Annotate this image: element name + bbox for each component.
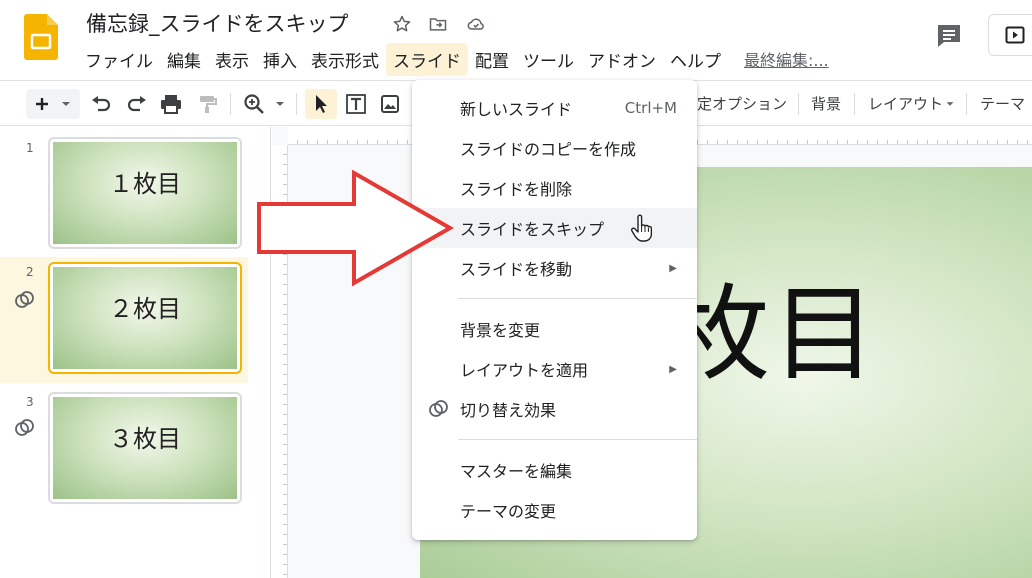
- menu-item-new-slide[interactable]: 新しいスライド Ctrl+M: [412, 88, 697, 128]
- menu-format[interactable]: 表示形式: [304, 43, 386, 76]
- menu-item-duplicate-slide[interactable]: スライドのコピーを作成: [412, 128, 697, 168]
- transition-icon: [429, 400, 448, 417]
- menu-item-label: 背景を変更: [460, 321, 541, 340]
- menu-insert[interactable]: 挿入: [256, 43, 304, 76]
- menu-divider: [458, 439, 697, 440]
- insert-image-icon[interactable]: [376, 89, 404, 119]
- menu-item-change-background[interactable]: 背景を変更: [412, 309, 697, 349]
- select-tool-button[interactable]: [305, 89, 337, 119]
- menu-divider: [458, 298, 697, 299]
- slides-logo-icon[interactable]: [24, 14, 58, 60]
- chevron-down-icon: [276, 102, 284, 106]
- slide-menu-dropdown: 新しいスライド Ctrl+M スライドのコピーを作成 スライドを削除 スライドを…: [412, 80, 697, 540]
- filmstrip-slide-1[interactable]: 1 １枚目: [0, 131, 248, 257]
- menu-item-label: 新しいスライド: [460, 100, 573, 119]
- new-slide-button[interactable]: [26, 89, 80, 119]
- hand-pointer-icon: [631, 214, 652, 242]
- present-button[interactable]: [988, 14, 1032, 56]
- menu-item-label: スライドを削除: [460, 180, 573, 199]
- menu-help[interactable]: ヘルプ: [663, 43, 728, 76]
- comment-history-icon[interactable]: [933, 20, 965, 52]
- menu-item-label: 切り替え効果: [460, 401, 557, 420]
- menu-addons[interactable]: アドオン: [581, 43, 663, 76]
- menu-file[interactable]: ファイル: [78, 43, 160, 76]
- slide-thumbnail[interactable]: １枚目: [48, 137, 242, 249]
- document-title[interactable]: 備忘録_スライドをスキップ: [86, 8, 349, 38]
- transition-icon[interactable]: [14, 291, 36, 309]
- thumbnail-title: ２枚目: [109, 295, 181, 323]
- chevron-down-icon: [946, 102, 954, 106]
- slide-number: 1: [26, 141, 34, 155]
- redo-icon[interactable]: [124, 89, 150, 119]
- star-icon[interactable]: [390, 12, 414, 36]
- menu-view[interactable]: 表示: [208, 43, 256, 76]
- print-icon[interactable]: [158, 89, 184, 119]
- filmstrip-slide-2[interactable]: 2 ２枚目: [0, 257, 248, 383]
- menu-item-label: レイアウトを適用: [460, 361, 589, 380]
- red-arrow-annotation-icon: [257, 170, 455, 287]
- cursor-arrow-icon: [316, 95, 327, 113]
- undo-icon[interactable]: [88, 89, 114, 119]
- menu-item-edit-master[interactable]: マスターを編集: [412, 450, 697, 490]
- zoom-button[interactable]: [240, 89, 290, 119]
- text-box-icon[interactable]: [342, 89, 370, 119]
- shortcut-label: Ctrl+M: [624, 99, 677, 117]
- menu-edit[interactable]: 編集: [160, 43, 208, 76]
- transition-icon[interactable]: [14, 419, 36, 437]
- background-button[interactable]: 背景: [811, 93, 841, 114]
- cloud-saved-icon[interactable]: [464, 12, 488, 36]
- filmstrip-panel: 1 １枚目 2 ２枚目 3 ３枚目: [0, 127, 271, 578]
- last-edit-link[interactable]: 最終編集:...: [744, 47, 829, 71]
- thumbnail-title: ３枚目: [109, 425, 181, 453]
- menu-item-label: スライドのコピーを作成: [460, 140, 637, 159]
- menu-item-transition[interactable]: 切り替え効果: [412, 389, 697, 429]
- plus-icon: [36, 98, 48, 110]
- menu-arrange[interactable]: 配置: [468, 43, 516, 76]
- menu-item-label: テーマの変更: [460, 502, 557, 521]
- transition-options-button[interactable]: 定オプション: [697, 93, 787, 114]
- submenu-arrow-icon: ▶: [669, 363, 677, 375]
- menu-bar: ファイル 編集 表示 挿入 表示形式 スライド 配置 ツール アドオン ヘルプ …: [78, 42, 829, 76]
- slide-thumbnail[interactable]: ３枚目: [48, 392, 242, 504]
- move-to-folder-icon[interactable]: [426, 12, 450, 36]
- menu-item-label: マスターを編集: [460, 462, 573, 481]
- theme-button[interactable]: テーマ: [980, 93, 1025, 114]
- menu-item-apply-layout[interactable]: レイアウトを適用 ▶: [412, 349, 697, 389]
- thumbnail-title: １枚目: [109, 170, 181, 198]
- menu-slide[interactable]: スライド: [386, 42, 468, 76]
- slide-number: 3: [26, 395, 34, 409]
- slide-number: 2: [26, 265, 34, 279]
- layout-button[interactable]: レイアウト: [868, 93, 943, 114]
- menu-item-label: スライドをスキップ: [460, 220, 605, 239]
- zoom-icon: [244, 94, 264, 114]
- chevron-down-icon: [62, 102, 70, 106]
- menu-item-change-theme[interactable]: テーマの変更: [412, 490, 697, 530]
- app-header: 備忘録_スライドをスキップ ファイル 編集 表示 挿入 表示形式 スライド 配置…: [0, 0, 1032, 80]
- filmstrip-slide-3[interactable]: 3 ３枚目: [0, 387, 248, 513]
- submenu-arrow-icon: ▶: [669, 262, 677, 274]
- slide-thumbnail[interactable]: ２枚目: [48, 262, 242, 374]
- paint-format-icon[interactable]: [194, 89, 220, 119]
- menu-tools[interactable]: ツール: [516, 43, 581, 76]
- menu-item-label: スライドを移動: [460, 260, 573, 279]
- play-icon: [1005, 26, 1025, 44]
